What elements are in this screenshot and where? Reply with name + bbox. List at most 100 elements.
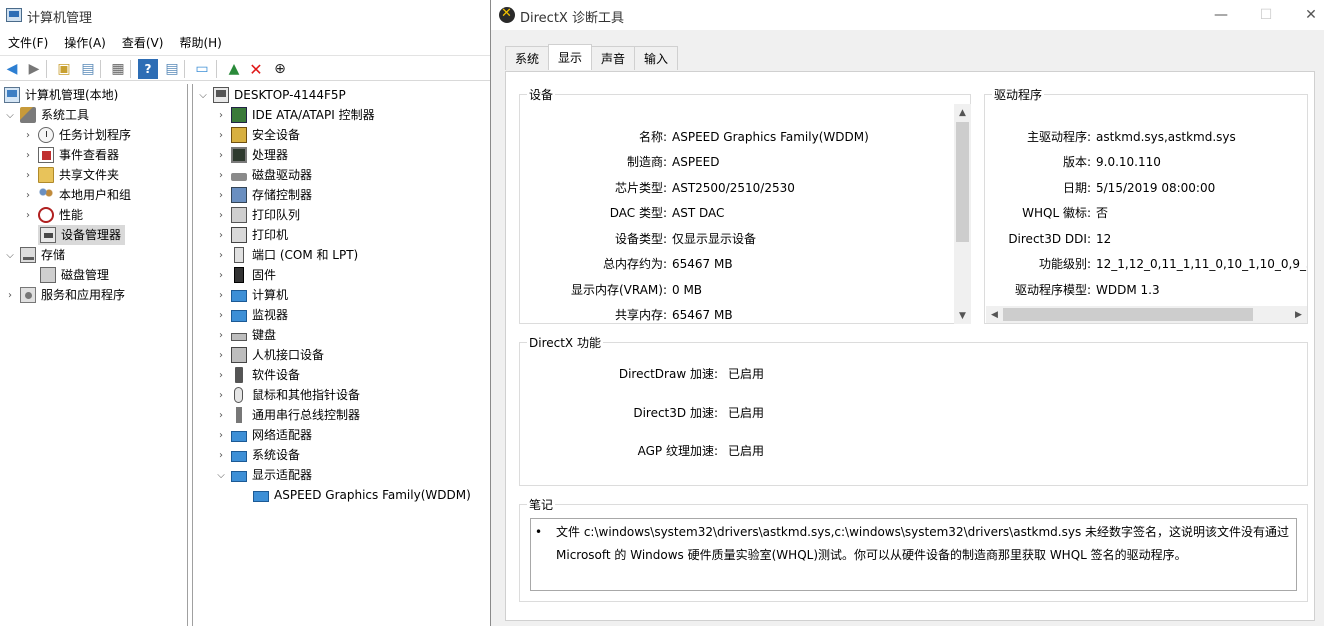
show-action-pane-icon[interactable]: ▤ [162,59,182,79]
chevron-right-icon[interactable]: › [215,249,227,261]
device-category-ports[interactable]: › 端口 (COM 和 LPT) [215,245,358,265]
menu-action[interactable]: 操作(A) [56,32,114,54]
chevron-right-icon[interactable]: › [215,449,227,461]
tree-item-event-viewer[interactable]: › 事件查看器 [22,145,119,165]
chevron-right-icon[interactable]: › [215,309,227,321]
device-category-printers[interactable]: › 打印机 [215,225,288,245]
event-viewer-icon [38,147,54,163]
device-category-processor[interactable]: › 处理器 [215,145,288,165]
chevron-right-icon[interactable]: › [4,289,16,301]
chevron-right-icon[interactable]: › [22,129,34,141]
driver-model-row: 驱动程序模型: WDDM 1.3 [1014,283,1160,297]
driver-horizontal-scrollbar[interactable]: ◀ ▶ [986,306,1307,323]
chevron-down-icon[interactable]: ⌵ [215,469,227,481]
device-vertical-scrollbar[interactable]: ▲ ▼ [954,104,971,324]
update-driver-icon[interactable]: ▲ [224,59,244,79]
show-hide-tree-icon[interactable]: ▤ [78,59,98,79]
disable-device-icon[interactable]: ⊕ [270,59,290,79]
menu-view[interactable]: 查看(V) [114,32,172,54]
tree-item-system-tools[interactable]: ⌵ 系统工具 [4,105,89,125]
chevron-right-icon[interactable]: › [215,209,227,221]
minimize-icon[interactable]: — [1206,5,1236,25]
menu-help[interactable]: 帮助(H) [171,32,229,54]
chevron-right-icon[interactable]: › [22,209,34,221]
hid-icon [231,347,247,363]
notes-group: 笔记 • 文件 c:\windows\system32\drivers\astk… [519,496,1308,602]
tree-item-device-manager[interactable]: 设备管理器 [38,225,126,245]
chevron-right-icon[interactable]: › [215,409,227,421]
tab-sound[interactable]: 声音 [591,46,636,70]
chevron-down-icon[interactable]: ⌵ [4,249,16,261]
device-aspeed-graphics[interactable]: ASPEED Graphics Family(WDDM) [253,485,471,505]
device-category-hid[interactable]: › 人机接口设备 [215,345,324,365]
tree-item-services-applications[interactable]: › 服务和应用程序 [4,285,125,305]
scroll-up-arrow-icon[interactable]: ▲ [954,104,971,121]
tree-item-storage[interactable]: ⌵ 存储 [4,245,65,265]
scroll-thumb[interactable] [1003,308,1253,321]
chevron-right-icon[interactable]: › [215,149,227,161]
chevron-right-icon[interactable]: › [215,169,227,181]
forward-arrow-icon[interactable]: ▶ [24,59,44,79]
device-category-display-adapters[interactable]: ⌵ 显示适配器 [215,465,312,485]
chevron-right-icon[interactable]: › [215,269,227,281]
scan-hardware-icon[interactable]: ▭ [192,59,212,79]
device-tree-root[interactable]: ⌵ DESKTOP-4144F5P [197,85,346,105]
properties-icon[interactable]: ▦ [108,59,128,79]
security-device-icon [231,127,247,143]
tree-item-local-users[interactable]: › 本地用户和组 [22,185,131,205]
tree-item-shared-folders[interactable]: › 共享文件夹 [22,165,119,185]
tab-display[interactable]: 显示 [548,44,593,70]
device-category-monitors[interactable]: › 监视器 [215,305,288,325]
device-category-network[interactable]: › 网络适配器 [215,425,312,445]
tree-item-disk-management[interactable]: 磁盘管理 [40,265,109,285]
scroll-left-arrow-icon[interactable]: ◀ [986,306,1003,323]
chevron-right-icon[interactable]: › [215,289,227,301]
notes-text-box[interactable]: • 文件 c:\windows\system32\drivers\astkmd.… [530,518,1297,591]
uninstall-device-icon[interactable]: ✕ [246,59,266,79]
maximize-icon: ☐ [1259,7,1273,23]
chevron-right-icon[interactable]: › [215,329,227,341]
device-category-firmware[interactable]: › 固件 [215,265,276,285]
tab-input[interactable]: 输入 [634,46,679,70]
network-adapter-icon [231,431,247,442]
device-category-security[interactable]: › 安全设备 [215,125,300,145]
chevron-down-icon[interactable]: ⌵ [197,89,209,101]
chevron-right-icon[interactable]: › [215,189,227,201]
chevron-right-icon[interactable]: › [215,389,227,401]
chevron-right-icon[interactable]: › [22,149,34,161]
chevron-right-icon[interactable]: › [215,109,227,121]
device-category-disk-drives[interactable]: › 磁盘驱动器 [215,165,312,185]
chevron-right-icon[interactable]: › [215,229,227,241]
device-category-storage-controllers[interactable]: › 存储控制器 [215,185,312,205]
tree-item-performance[interactable]: › 性能 [22,205,83,225]
scroll-right-arrow-icon[interactable]: ▶ [1290,306,1307,323]
help-icon[interactable]: ? [138,59,158,79]
scroll-thumb[interactable] [956,122,969,242]
device-category-software-devices[interactable]: › 软件设备 [215,365,300,385]
chevron-down-icon[interactable]: ⌵ [4,109,16,121]
device-category-mice[interactable]: › 鼠标和其他指针设备 [215,385,360,405]
chevron-right-icon[interactable]: › [215,129,227,141]
chevron-right-icon[interactable]: › [22,169,34,181]
menu-file[interactable]: 文件(F) [0,32,56,54]
close-icon[interactable]: ✕ [1296,5,1324,25]
chevron-right-icon[interactable]: › [22,189,34,201]
chevron-right-icon[interactable]: › [215,349,227,361]
tree-item-task-scheduler[interactable]: › 任务计划程序 [22,125,131,145]
device-category-usb[interactable]: › 通用串行总线控制器 [215,405,360,425]
device-category-system-devices[interactable]: › 系统设备 [215,445,300,465]
device-category-computer[interactable]: › 计算机 [215,285,288,305]
device-category-print-queues[interactable]: › 打印队列 [215,205,300,225]
tree-item-computer-management[interactable]: 计算机管理(本地) [4,85,118,105]
device-category-ide[interactable]: › IDE ATA/ATAPI 控制器 [215,105,375,125]
back-arrow-icon[interactable]: ◀ [2,59,22,79]
chevron-right-icon[interactable]: › [215,369,227,381]
tab-system[interactable]: 系统 [505,46,550,70]
device-group-title: 设备 [527,86,556,103]
chevron-right-icon[interactable]: › [215,429,227,441]
up-folder-icon[interactable]: ▣ [54,59,74,79]
software-device-icon [235,367,243,383]
scroll-down-arrow-icon[interactable]: ▼ [954,307,971,324]
device-category-keyboards[interactable]: › 键盘 [215,325,276,345]
display-adapter-icon [253,491,269,502]
